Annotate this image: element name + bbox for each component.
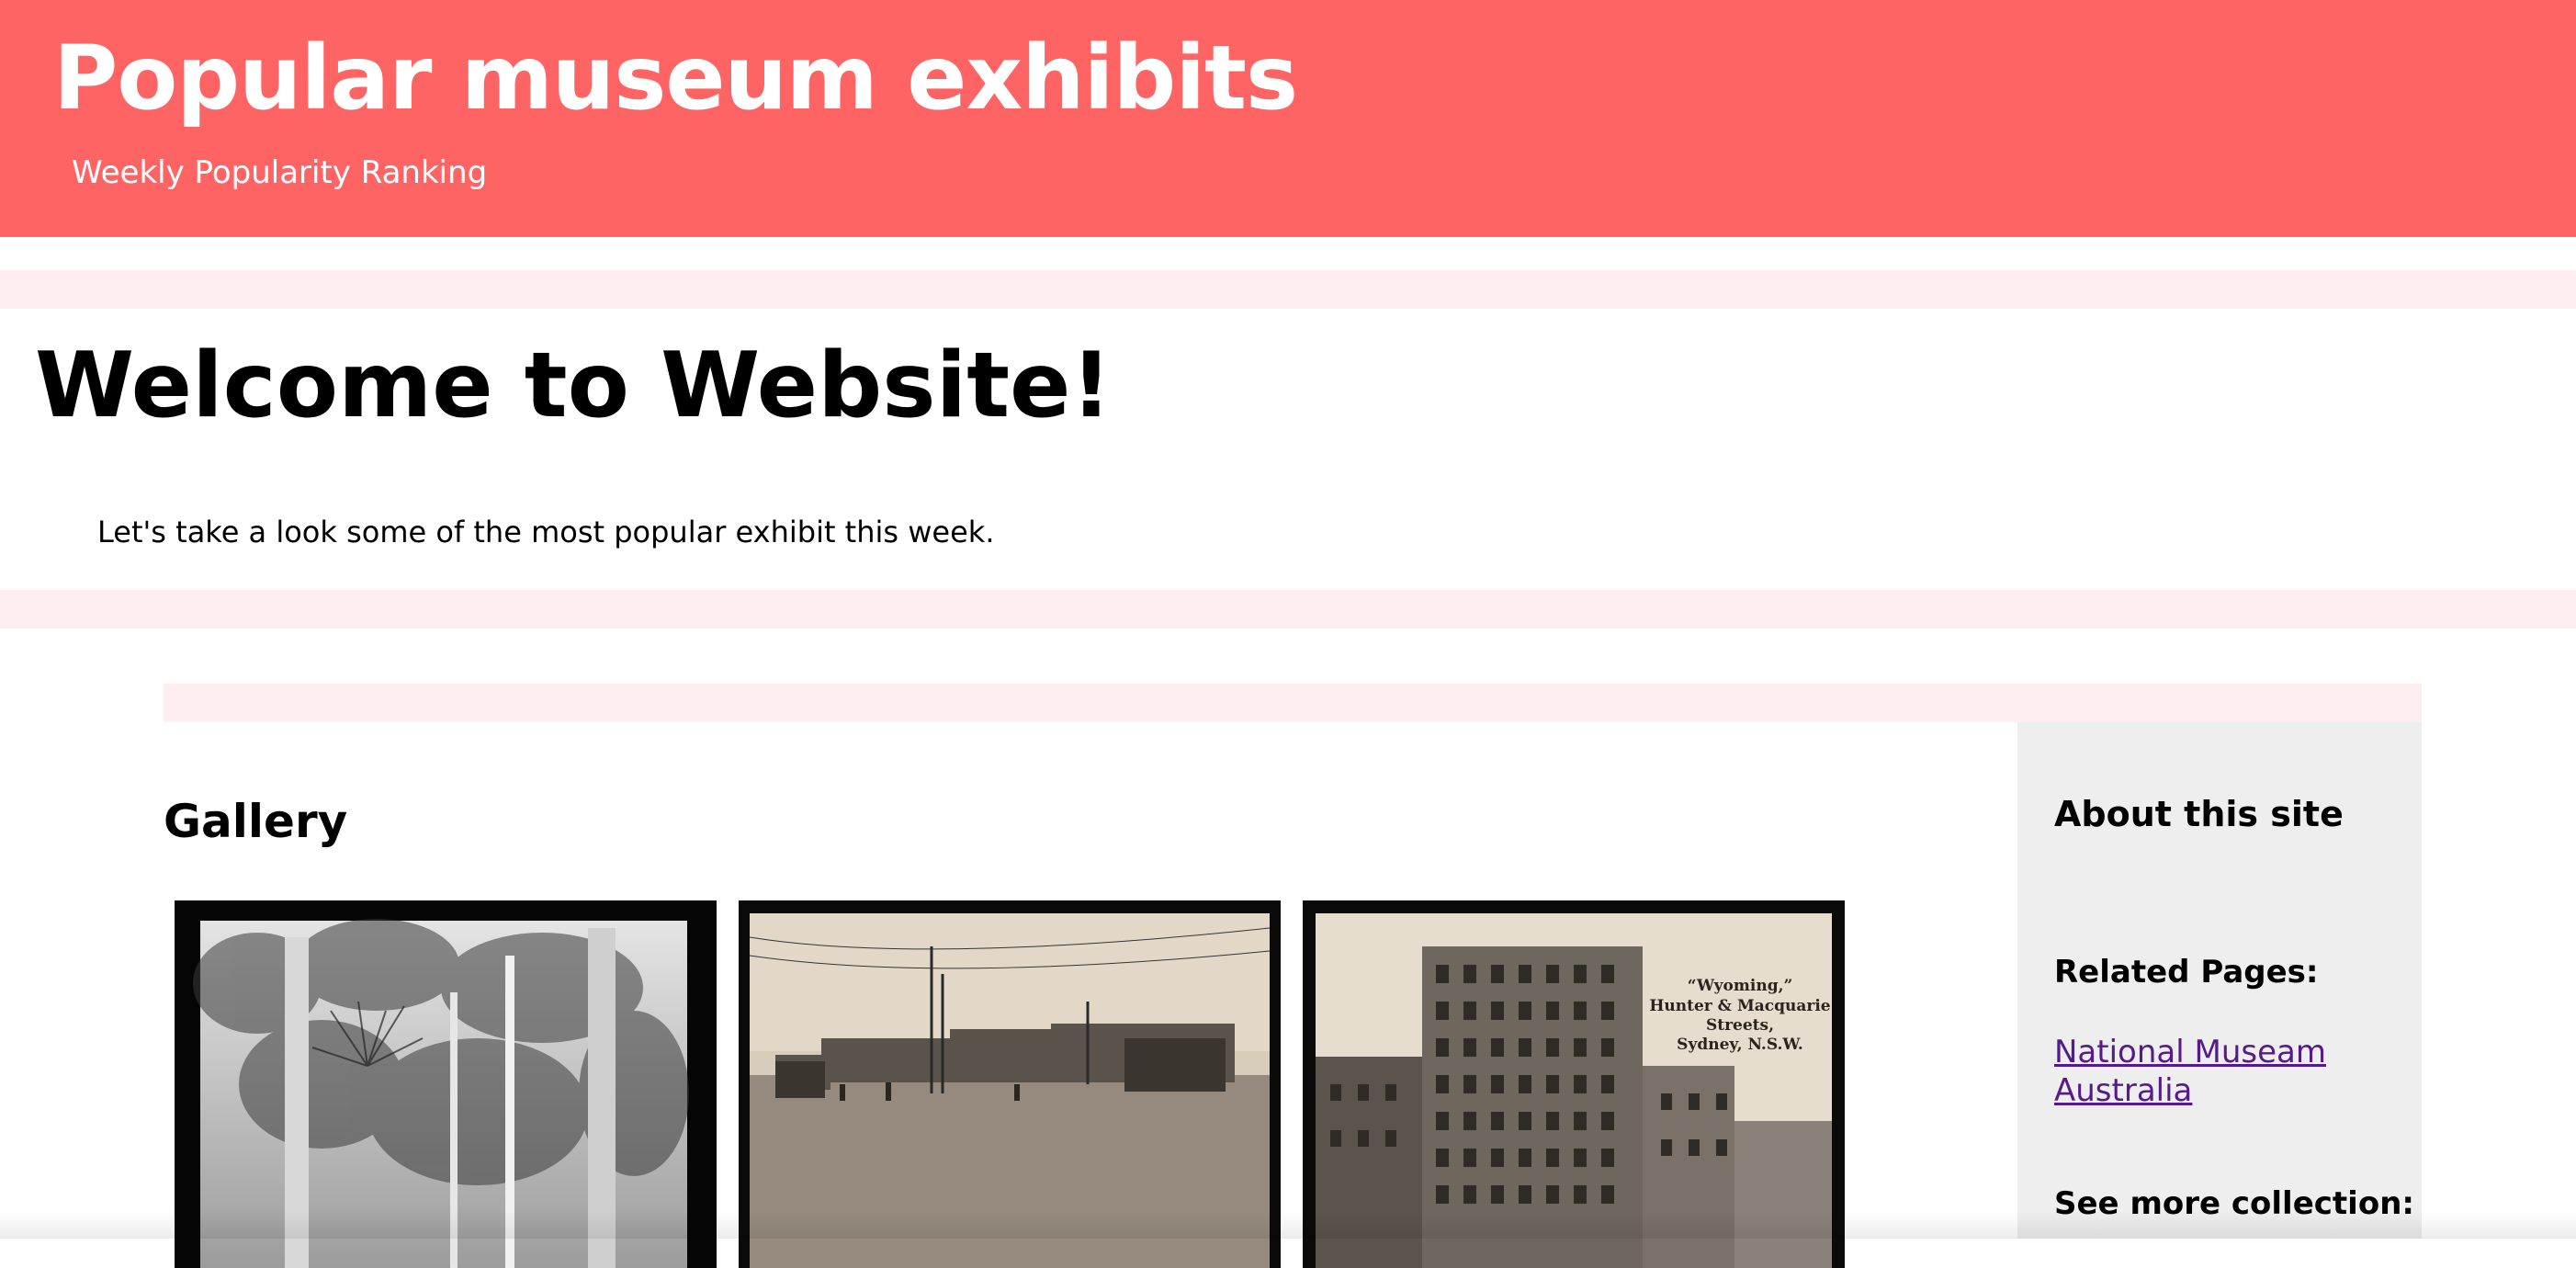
gallery-image-rainforest[interactable] [175,900,717,1268]
sidebar-title: About this site [2054,794,2344,834]
welcome-text: Let's take a look some of the most popul… [97,515,995,549]
divider-strip [0,270,2576,309]
divider-strip [0,590,2576,628]
national-museum-link[interactable]: National Museam Australia [2054,1033,2385,1110]
street-scene-postcard [739,900,1281,1268]
caption-line: Sydney, N.S.W. [1677,1036,1803,1054]
see-more-collection-label: See more collection: [2054,1185,2414,1222]
sidebar: About this site Related Pages: National … [2017,722,2422,1239]
content-top-strip [164,684,2422,722]
gallery-heading: Gallery [164,795,348,848]
wyoming-building-postcard: “Wyoming,” Hunter & Macquarie Streets, S… [1303,900,1845,1268]
rainforest-photo [175,900,717,1268]
welcome-heading: Welcome to Website! [35,334,1113,438]
site-title: Popular museum exhibits [53,27,1298,130]
caption-line: “Wyoming,” [1688,977,1793,995]
site-subtitle: Weekly Popularity Ranking [72,154,488,191]
gallery-image-street-scene[interactable] [739,900,1281,1268]
caption-line: Streets, [1706,1016,1774,1035]
site-header: Popular museum exhibits Weekly Popularit… [0,0,2576,237]
related-pages-label: Related Pages: [2054,954,2319,991]
gallery-image-wyoming[interactable]: “Wyoming,” Hunter & Macquarie Streets, S… [1303,900,1845,1268]
caption-line: Hunter & Macquarie [1649,997,1830,1015]
